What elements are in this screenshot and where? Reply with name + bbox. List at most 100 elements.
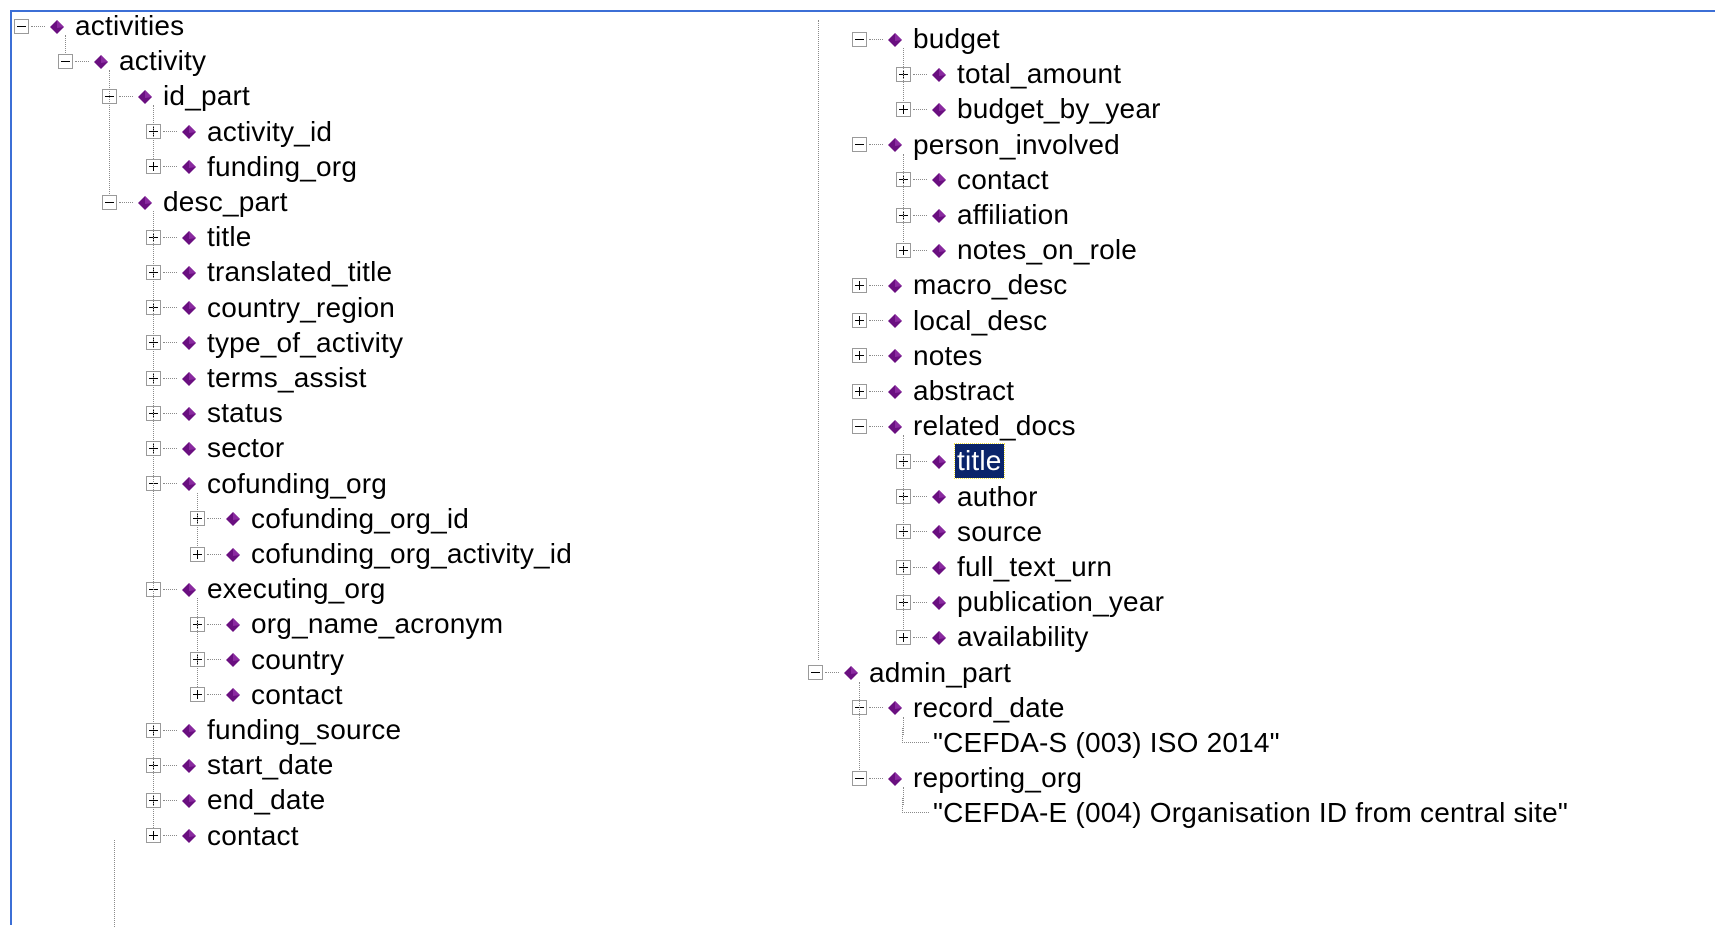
selected-node-label[interactable]: title [954, 443, 1005, 480]
tree-node[interactable]: notes [852, 337, 985, 375]
tree-node[interactable]: sector [146, 429, 286, 467]
node-label[interactable]: reporting_org [911, 761, 1084, 795]
expand-plus-icon[interactable] [146, 159, 161, 175]
node-label[interactable]: record_date [911, 691, 1067, 725]
node-label[interactable]: translated_title [205, 255, 394, 289]
tree-node[interactable]: macro_desc [852, 266, 1070, 304]
node-label[interactable]: cofunding_org_activity_id [249, 537, 574, 571]
tree-node[interactable]: abstract [852, 372, 1016, 410]
node-label[interactable]: publication_year [955, 585, 1166, 619]
node-label[interactable]: cofunding_org_id [249, 502, 471, 536]
node-label[interactable]: local_desc [911, 304, 1049, 338]
node-label[interactable]: admin_part [867, 656, 1013, 690]
tree-node[interactable]: activity [58, 42, 208, 80]
tree-node[interactable]: terms_assist [146, 359, 369, 397]
expand-plus-icon[interactable] [190, 687, 205, 703]
node-label[interactable]: contact [955, 163, 1051, 197]
node-label[interactable]: status [205, 396, 285, 430]
expand-plus-icon[interactable] [852, 277, 867, 293]
tree-node[interactable]: cofunding_org_id [190, 500, 471, 538]
tree-node[interactable]: cofunding_org_activity_id [190, 535, 574, 573]
node-label[interactable]: availability [955, 620, 1091, 654]
node-label[interactable]: related_docs [911, 409, 1078, 443]
tree-node[interactable]: total_amount [896, 55, 1123, 93]
node-label[interactable]: id_part [161, 79, 252, 113]
tree-node[interactable]: contact [190, 676, 345, 714]
tree-node[interactable]: cofunding_org [146, 465, 389, 503]
node-label[interactable]: person_involved [911, 128, 1122, 162]
expand-plus-icon[interactable] [896, 101, 911, 117]
tree-node[interactable]: person_involved [852, 126, 1122, 164]
tree-node[interactable]: availability [896, 618, 1091, 656]
tree-node[interactable]: related_docs [852, 407, 1078, 445]
node-label[interactable]: contact [249, 678, 345, 712]
node-label[interactable]: funding_org [205, 150, 359, 184]
expand-plus-icon[interactable] [896, 242, 911, 258]
tree-node[interactable]: country_region [146, 289, 397, 327]
node-label[interactable]: full_text_urn [955, 550, 1114, 584]
node-label[interactable]: macro_desc [911, 268, 1070, 302]
collapse-minus-icon[interactable] [808, 665, 823, 681]
node-label[interactable]: affiliation [955, 198, 1071, 232]
tree-node[interactable]: publication_year [896, 583, 1166, 621]
tree-node[interactable]: translated_title [146, 253, 394, 291]
node-label[interactable]: title [205, 220, 254, 254]
node-label[interactable]: start_date [205, 748, 336, 782]
collapse-minus-icon[interactable] [102, 194, 117, 210]
expand-plus-icon[interactable] [896, 629, 911, 645]
tree-node[interactable]: contact [146, 817, 301, 855]
tree-node[interactable]: status [146, 394, 285, 432]
expand-plus-icon[interactable] [146, 828, 161, 844]
node-label[interactable]: country_region [205, 291, 397, 325]
tree-node[interactable]: org_name_acronym [190, 605, 505, 643]
node-label[interactable]: funding_source [205, 713, 403, 747]
node-label[interactable]: end_date [205, 783, 327, 817]
tree-node[interactable]: title [146, 218, 254, 256]
node-label[interactable]: notes [911, 339, 985, 373]
tree-node[interactable]: id_part [102, 77, 252, 115]
collapse-minus-icon[interactable] [852, 418, 867, 434]
tree-node[interactable]: activity_id [146, 113, 334, 151]
node-label[interactable]: type_of_activity [205, 326, 405, 360]
node-label[interactable]: executing_org [205, 572, 388, 606]
tree-node[interactable]: admin_part [808, 654, 1013, 692]
expand-plus-icon[interactable] [852, 348, 867, 364]
tree-node[interactable]: type_of_activity [146, 324, 405, 362]
tree-node[interactable]: local_desc [852, 302, 1049, 340]
node-label[interactable]: notes_on_role [955, 233, 1139, 267]
node-label[interactable]: org_name_acronym [249, 607, 505, 641]
tree-node[interactable]: activities [14, 7, 186, 45]
collapse-minus-icon[interactable] [58, 53, 73, 69]
tree-node[interactable]: end_date [146, 781, 327, 819]
node-label[interactable]: desc_part [161, 185, 290, 219]
node-label[interactable]: budget_by_year [955, 92, 1163, 126]
node-label[interactable]: terms_assist [205, 361, 369, 395]
node-label[interactable]: activity [117, 44, 208, 78]
node-label[interactable]: budget [911, 22, 1002, 56]
node-label[interactable]: activity_id [205, 115, 334, 149]
tree-node[interactable]: record_date [852, 689, 1067, 727]
node-label[interactable]: country [249, 643, 346, 677]
node-label[interactable]: abstract [911, 374, 1016, 408]
tree-node[interactable]: source [896, 513, 1044, 551]
collapse-minus-icon[interactable] [852, 770, 867, 786]
collapse-minus-icon[interactable] [852, 31, 867, 47]
node-label[interactable]: author [955, 480, 1040, 514]
expand-plus-icon[interactable] [852, 383, 867, 399]
tree-node[interactable]: country [190, 641, 346, 679]
tree-node[interactable]: start_date [146, 746, 336, 784]
collapse-minus-icon[interactable] [14, 18, 29, 34]
tree-node[interactable]: funding_org [146, 148, 359, 186]
tree-node[interactable]: reporting_org [852, 759, 1084, 797]
node-label[interactable]: activities [73, 9, 186, 43]
text-value-node[interactable]: "CEFDA-E (004) Organisation ID from cent… [902, 794, 1570, 832]
node-label[interactable]: total_amount [955, 57, 1123, 91]
tree-node[interactable]: contact [896, 161, 1051, 199]
collapse-minus-icon[interactable] [852, 137, 867, 153]
tree-node[interactable]: funding_source [146, 711, 403, 749]
node-label[interactable]: contact [205, 819, 301, 853]
node-label[interactable]: source [955, 515, 1044, 549]
tree-node[interactable]: executing_org [146, 570, 388, 608]
tree-node[interactable]: full_text_urn [896, 548, 1114, 586]
tree-node[interactable]: affiliation [896, 196, 1071, 234]
